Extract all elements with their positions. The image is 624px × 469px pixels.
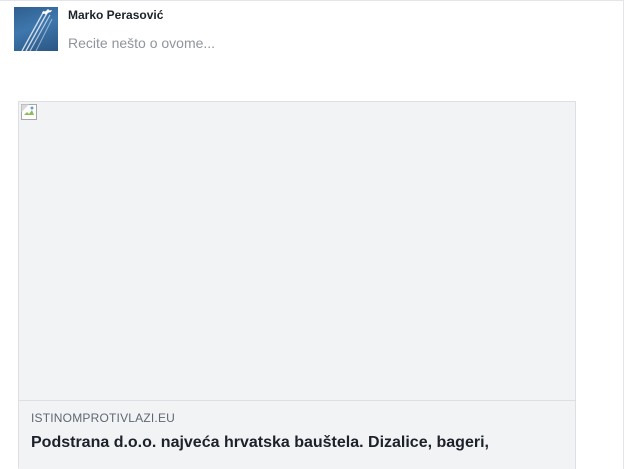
link-title[interactable]: Podstrana d.o.o. najveća hrvatska baušte… bbox=[31, 433, 561, 453]
avatar[interactable] bbox=[14, 7, 58, 51]
link-domain: ISTINOMPROTIVLAZI.EU bbox=[31, 411, 176, 425]
bottom-action-placeholder-3 bbox=[302, 465, 454, 469]
post-composer-input[interactable] bbox=[68, 35, 468, 51]
bottom-action-placeholder-2 bbox=[186, 465, 286, 469]
user-name[interactable]: Marko Perasović bbox=[68, 8, 163, 22]
link-preview-card[interactable]: ISTINOMPROTIVLAZI.EU Podstrana d.o.o. na… bbox=[18, 101, 576, 469]
airplane-icon bbox=[21, 9, 53, 51]
broken-image-icon bbox=[21, 104, 37, 120]
share-dialog: Marko Perasović ISTINOMPROTIVLAZI.EU Pod… bbox=[0, 0, 624, 469]
link-preview-text[interactable]: ISTINOMPROTIVLAZI.EU Podstrana d.o.o. na… bbox=[19, 401, 575, 469]
bottom-action-placeholder-1 bbox=[18, 465, 170, 469]
link-preview-image[interactable] bbox=[19, 102, 575, 401]
